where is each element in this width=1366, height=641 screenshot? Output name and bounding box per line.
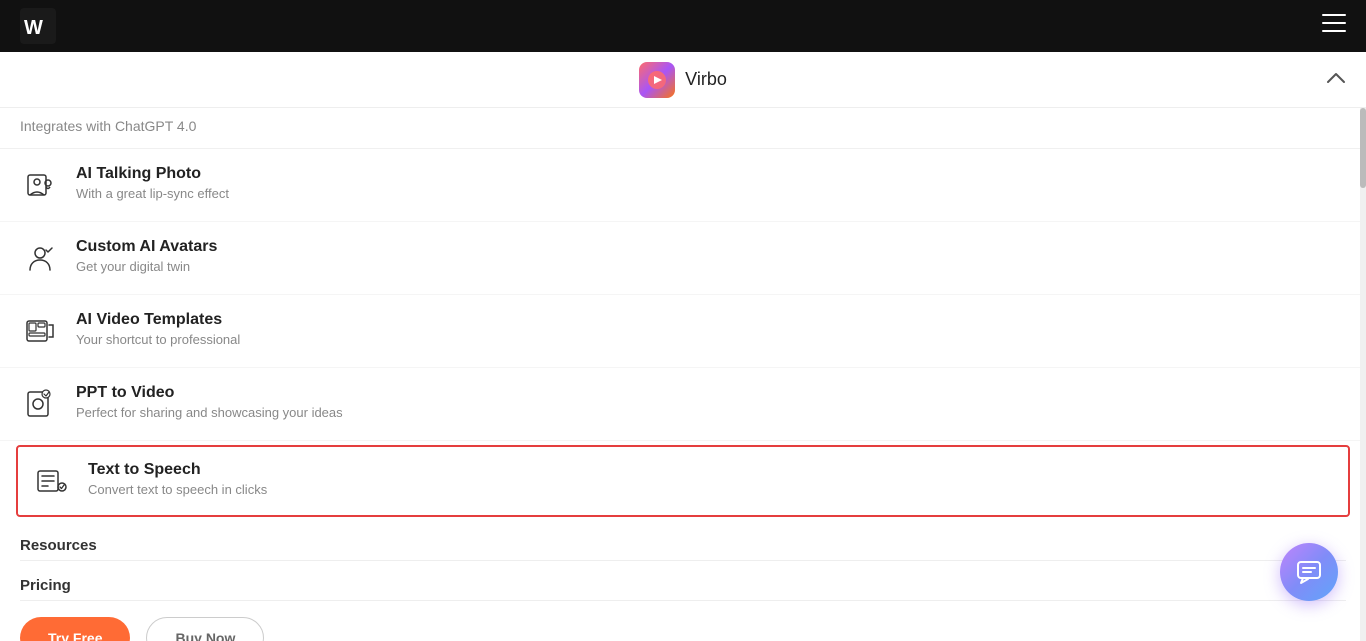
menu-item-talking-photo-subtitle: With a great lip-sync effect — [76, 186, 229, 201]
try-free-button[interactable]: Try Free — [20, 617, 130, 641]
chat-bubble-button[interactable] — [1280, 543, 1338, 601]
hamburger-menu-icon[interactable] — [1322, 14, 1346, 38]
partial-menu-item: Integrates with ChatGPT 4.0 — [0, 108, 1366, 149]
menu-item-tts-subtitle: Convert text to speech in clicks — [88, 482, 267, 497]
wondershare-logo-icon: W — [20, 8, 56, 44]
buy-now-button[interactable]: Buy Now — [146, 617, 264, 641]
menu-item-ppt-subtitle: Perfect for sharing and showcasing your … — [76, 405, 343, 420]
logo: W — [20, 8, 56, 44]
menu-item-ppt-title: PPT to Video — [76, 384, 343, 402]
video-templates-icon — [20, 311, 60, 351]
main-content: Integrates with ChatGPT 4.0 AI Talking P… — [0, 108, 1366, 641]
menu-item-ppt-to-video[interactable]: PPT to Video Perfect for sharing and sho… — [0, 368, 1366, 441]
virbo-chevron-icon[interactable] — [1326, 71, 1346, 89]
menu-item-avatars-title: Custom AI Avatars — [76, 238, 217, 256]
resources-section-header: Resources — [0, 521, 1366, 560]
menu-item-avatars-subtitle: Get your digital twin — [76, 259, 217, 274]
menu-item-templates-title: AI Video Templates — [76, 311, 240, 329]
talking-photo-icon — [20, 165, 60, 205]
virbo-header-inner: Virbo — [639, 62, 727, 98]
menu-item-templates-text: AI Video Templates Your shortcut to prof… — [76, 311, 240, 347]
scroll-indicator — [1360, 108, 1366, 641]
svg-text:W: W — [24, 17, 43, 39]
avatar-icon — [20, 238, 60, 278]
menu-item-ai-video-templates[interactable]: AI Video Templates Your shortcut to prof… — [0, 295, 1366, 368]
menu-item-talking-photo-title: AI Talking Photo — [76, 165, 229, 183]
ppt-icon — [20, 384, 60, 424]
virbo-app-name: Virbo — [685, 69, 727, 90]
bottom-buttons: Try Free Buy Now — [0, 601, 1366, 641]
menu-item-custom-ai-avatars[interactable]: Custom AI Avatars Get your digital twin — [0, 222, 1366, 295]
navbar: W — [0, 0, 1366, 52]
pricing-section-header[interactable]: Pricing — [0, 561, 1366, 600]
virbo-header[interactable]: Virbo — [0, 52, 1366, 108]
menu-item-tts-title: Text to Speech — [88, 461, 267, 479]
menu-item-ppt-text: PPT to Video Perfect for sharing and sho… — [76, 384, 343, 420]
menu-item-text-to-speech[interactable]: Text to Speech Convert text to speech in… — [16, 445, 1350, 517]
virbo-app-icon — [639, 62, 675, 98]
menu-item-tts-text: Text to Speech Convert text to speech in… — [88, 461, 267, 497]
scroll-thumb[interactable] — [1360, 108, 1366, 188]
menu-item-avatars-text: Custom AI Avatars Get your digital twin — [76, 238, 217, 274]
menu-item-ai-talking-photo[interactable]: AI Talking Photo With a great lip-sync e… — [0, 149, 1366, 222]
tts-icon — [32, 461, 72, 501]
menu-item-templates-subtitle: Your shortcut to professional — [76, 332, 240, 347]
chat-icon — [1295, 558, 1323, 586]
menu-item-talking-photo-text: AI Talking Photo With a great lip-sync e… — [76, 165, 229, 201]
